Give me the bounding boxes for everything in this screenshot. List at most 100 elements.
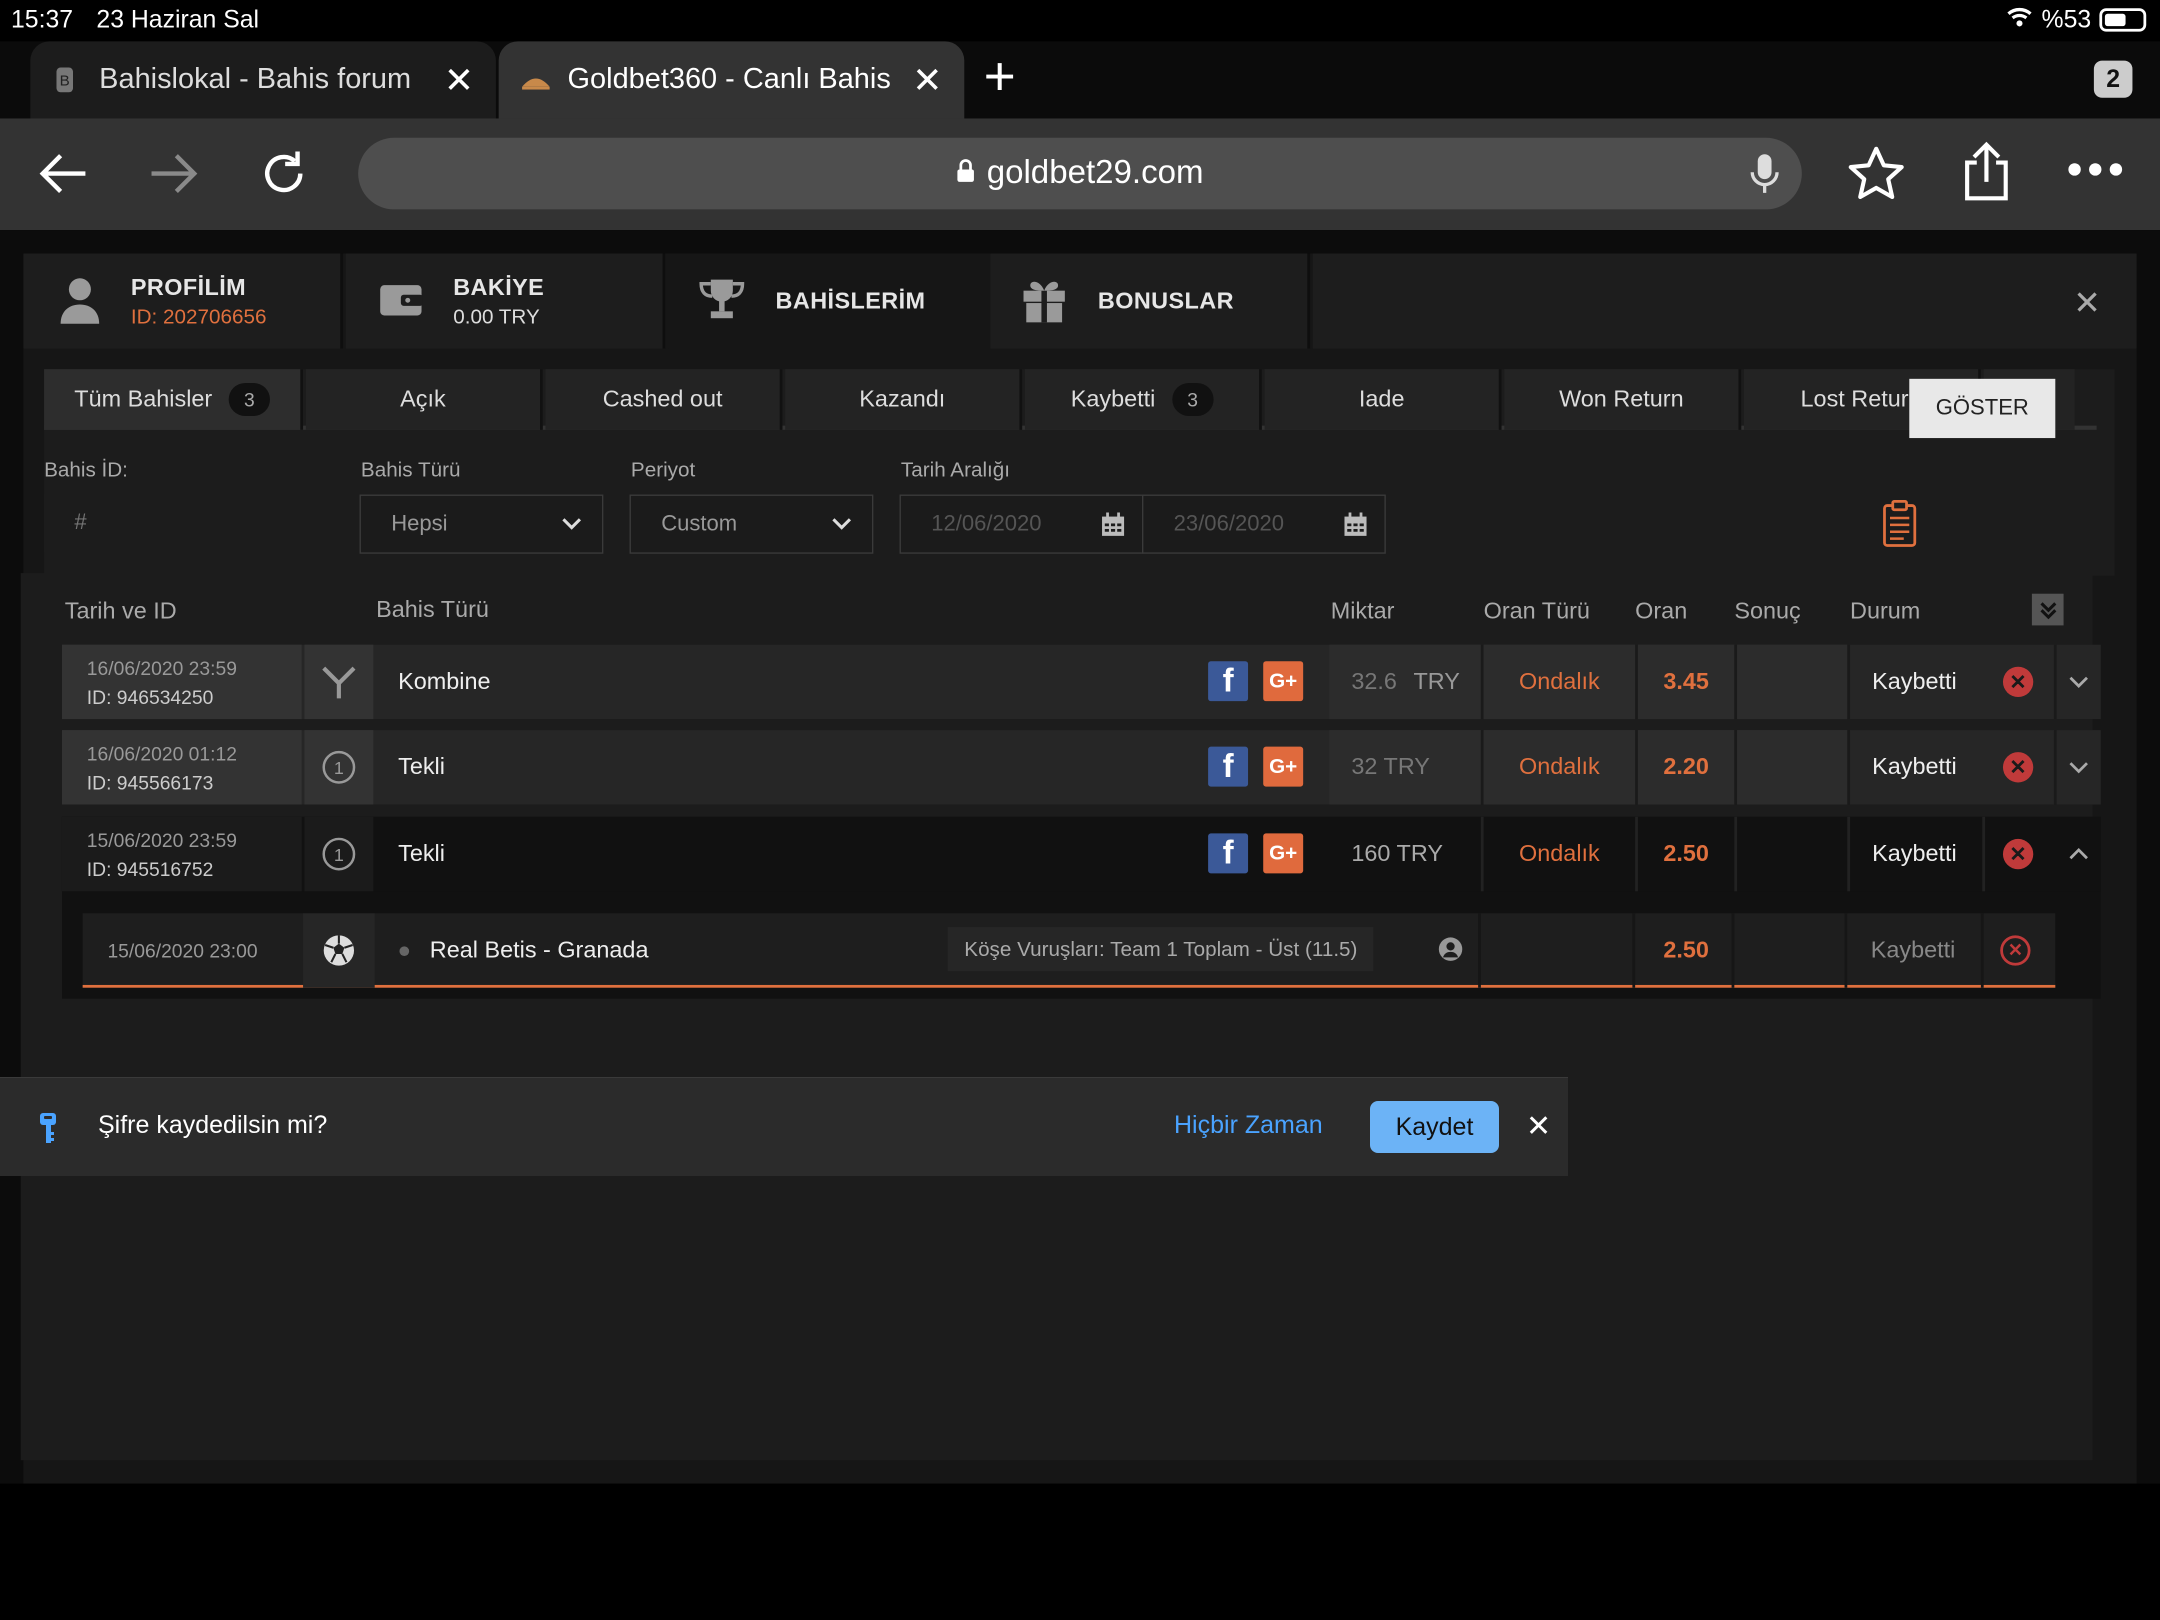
never-button[interactable]: Hiçbir Zaman xyxy=(1174,1111,1323,1140)
status-date: 23 Haziran Sal xyxy=(96,5,260,34)
new-tab-plus-icon[interactable]: + xyxy=(984,47,1016,109)
calendar-icon[interactable] xyxy=(1343,512,1368,544)
table-row[interactable]: 16/06/2020 23:59 ID: 946534250 Kombine f… xyxy=(61,644,2101,720)
bullet-dot xyxy=(399,946,410,957)
filter-tab-label: Cashed out xyxy=(602,385,723,412)
save-password-button[interactable]: Kaydet xyxy=(1370,1101,1499,1153)
google-plus-share-icon[interactable]: G+ xyxy=(1263,661,1304,702)
filter-tab-label: Lost Return xyxy=(1800,385,1922,412)
filter-tab-label: Tüm Bahisler xyxy=(74,385,213,412)
browser-tab-title: Goldbet360 - Canlı Bahis xyxy=(567,63,891,96)
user-avatar-icon xyxy=(59,276,100,332)
col-header-bet-type: Bahis Türü xyxy=(376,596,489,623)
tab-my-bets-label: BAHİSLERİM xyxy=(775,287,926,315)
lost-status-icon: ✕ xyxy=(2000,935,2031,966)
google-plus-share-icon[interactable]: G+ xyxy=(1263,833,1304,874)
filter-tab-won[interactable]: Kazandı xyxy=(785,369,1023,430)
facebook-share-icon[interactable]: f xyxy=(1208,661,1249,702)
close-tab-icon[interactable]: ✕ xyxy=(444,59,474,102)
facebook-share-icon[interactable]: f xyxy=(1208,833,1249,874)
filter-tab-won-return[interactable]: Won Return xyxy=(1504,369,1742,430)
odds-value: 2.20 xyxy=(1637,730,1735,805)
bet-status: Kaybetti xyxy=(1872,753,1957,780)
calendar-icon[interactable] xyxy=(1101,512,1126,544)
status-bar: 15:37 23 Haziran Sal %53 xyxy=(0,0,2160,42)
bet-type: Tekli xyxy=(398,753,445,780)
tab-profile[interactable]: PROFİLİM ID: 202706656 xyxy=(23,253,344,349)
url-text: goldbet29.com xyxy=(986,154,1204,192)
browser-tab-bar: B Bahislokal - Bahis forum ✕ Goldbet360 … xyxy=(0,41,2160,119)
battery-icon xyxy=(2099,8,2147,32)
bet-type-value: Hepsi xyxy=(391,511,448,536)
gift-icon xyxy=(1021,277,1068,331)
bet-selection-detail: 15/06/2020 23:00 Real Betis - Granada Kö… xyxy=(82,913,2056,988)
chevron-down-icon[interactable] xyxy=(2068,758,2090,783)
reload-icon[interactable] xyxy=(256,146,311,208)
site-favicon-icon: B xyxy=(52,65,80,95)
filter-tab-refund[interactable]: Iade xyxy=(1264,369,1502,430)
forward-arrow-icon[interactable] xyxy=(146,146,201,208)
wifi-icon xyxy=(2006,3,2034,37)
bet-type: Kombine xyxy=(398,668,491,695)
key-icon xyxy=(38,1111,58,1150)
chevron-up-icon[interactable] xyxy=(2068,844,2090,869)
filter-tab-lost[interactable]: Kaybetti 3 xyxy=(1024,369,1262,430)
google-plus-share-icon[interactable]: G+ xyxy=(1263,746,1304,787)
filter-tabs: Tüm Bahisler 3 Açık Cashed out Kazandı Ka… xyxy=(44,369,2097,430)
table-row[interactable]: 15/06/2020 23:59 ID: 945516752 1 Tekli f… xyxy=(61,816,2101,892)
tab-balance[interactable]: BAKİYE 0.00 TRY xyxy=(345,253,666,349)
bet-status: Kaybetti xyxy=(1872,840,1957,867)
single-bet-icon: 1 xyxy=(304,816,374,892)
address-bar[interactable]: goldbet29.com xyxy=(358,137,1802,210)
date-to-input[interactable]: 23/06/2020 xyxy=(1141,494,1386,554)
tab-my-bets[interactable]: BAHİSLERİM xyxy=(668,253,988,349)
tab-count-badge[interactable]: 2 xyxy=(2093,60,2133,98)
facebook-share-icon[interactable]: f xyxy=(1208,746,1249,787)
bet-date: 15/06/2020 23:59 xyxy=(86,828,237,851)
tab-bonuses[interactable]: BONUSLAR xyxy=(990,253,1311,349)
close-panel-icon[interactable]: ✕ xyxy=(2073,284,2101,324)
browser-toolbar: goldbet29.com xyxy=(0,118,2160,231)
microphone-icon[interactable] xyxy=(1749,152,1779,206)
web-page: PROFİLİM ID: 202706656 BAKİYE 0.00 TRY B… xyxy=(0,230,2160,1484)
profile-id: ID: 202706656 xyxy=(130,305,267,330)
date-to-value: 23/06/2020 xyxy=(1173,511,1284,536)
bet-currency: TRY xyxy=(1413,668,1460,695)
filter-tab-open[interactable]: Açık xyxy=(305,369,543,430)
expand-all-icon[interactable] xyxy=(2031,593,2064,626)
more-options-icon[interactable] xyxy=(2066,160,2124,186)
selection-status: Kaybetti xyxy=(1870,936,1956,963)
col-header-amount: Miktar xyxy=(1330,597,1395,625)
col-header-odds-type: Oran Türü xyxy=(1483,597,1590,625)
date-from-input[interactable]: 12/06/2020 xyxy=(899,494,1144,554)
close-tab-icon[interactable]: ✕ xyxy=(912,59,942,102)
bet-id-input[interactable] xyxy=(44,493,334,553)
browser-tab-bahislokal[interactable]: B Bahislokal - Bahis forum ✕ xyxy=(30,41,496,119)
period-select[interactable]: Custom xyxy=(629,494,874,554)
count-badge: 3 xyxy=(1171,382,1214,417)
browser-tab-goldbet[interactable]: Goldbet360 - Canlı Bahis ✕ xyxy=(498,41,965,119)
show-button[interactable]: GÖSTER xyxy=(1909,378,2056,439)
bet-amount: 32 TRY xyxy=(1329,730,1481,805)
site-favicon-icon xyxy=(521,66,551,94)
bet-type-select[interactable]: Hepsi xyxy=(359,494,604,554)
odds-value: 2.50 xyxy=(1663,840,1709,867)
odds-value: 3.45 xyxy=(1637,644,1735,720)
filter-tab-cashed-out[interactable]: Cashed out xyxy=(545,369,783,430)
bet-date: 16/06/2020 23:59 xyxy=(86,656,237,679)
panel-tab-fill xyxy=(1312,253,2137,349)
close-icon[interactable]: ✕ xyxy=(1526,1109,1551,1144)
chevron-down-icon[interactable] xyxy=(2068,672,2090,697)
clipboard-icon[interactable] xyxy=(1882,499,1918,555)
browser-tab-title: Bahislokal - Bahis forum xyxy=(99,63,412,96)
chevron-down-icon xyxy=(561,512,583,541)
bookmark-star-icon[interactable] xyxy=(1846,143,1907,210)
share-icon[interactable] xyxy=(1956,141,2017,211)
bet-date: 16/06/2020 01:12 xyxy=(86,741,237,764)
filter-tab-all[interactable]: Tüm Bahisler 3 xyxy=(44,369,304,430)
svg-text:B: B xyxy=(60,72,70,89)
back-arrow-icon[interactable] xyxy=(36,146,91,208)
filter-tab-label: Iade xyxy=(1358,385,1405,412)
match-date: 15/06/2020 23:00 xyxy=(107,939,258,962)
table-row[interactable]: 16/06/2020 01:12 ID: 945566173 1 Tekli f… xyxy=(61,730,2101,805)
